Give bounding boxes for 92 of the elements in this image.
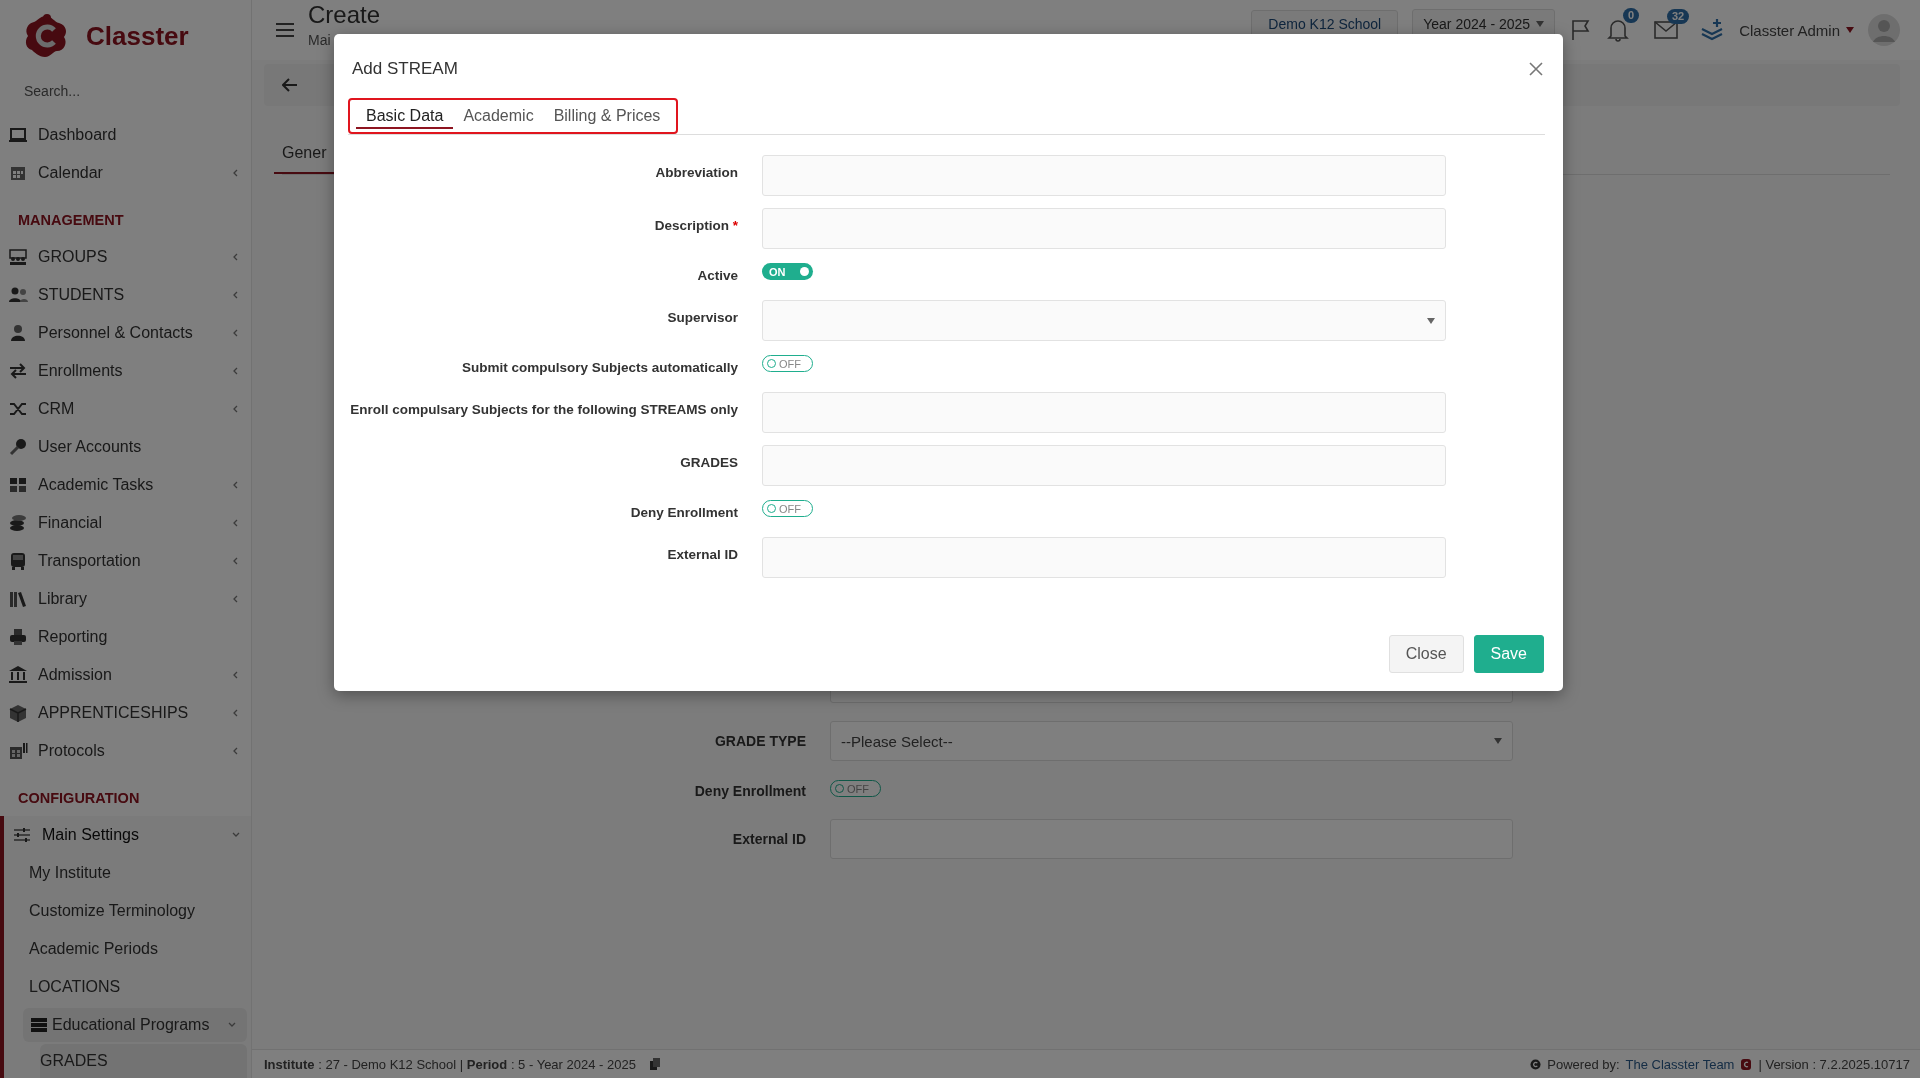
nav-item[interactable]: Academic Periods — [0, 930, 251, 968]
nav-item[interactable]: Financial — [0, 504, 251, 542]
logo-icon — [1740, 1057, 1753, 1071]
breadcrumb: Mai — [308, 33, 332, 47]
nav-item[interactable]: Academic Tasks — [0, 466, 251, 504]
field-label: Deny Enrollment — [693, 782, 806, 801]
field-label: Supervisor — [666, 309, 738, 327]
notification-badge: 0 — [1623, 8, 1640, 23]
toggle-switch[interactable]: ON — [762, 263, 813, 280]
nav-item[interactable]: Dashboard — [0, 116, 251, 154]
field-label: Deny Enrollment — [629, 504, 738, 522]
field-label: GRADES — [679, 454, 738, 472]
nav-item[interactable]: My Institute — [0, 854, 251, 892]
toggle-switch[interactable]: OFF — [762, 500, 813, 517]
nav-item[interactable]: Enrollments — [0, 352, 251, 390]
toggle-switch[interactable]: OFF — [762, 355, 813, 372]
page-title: Create — [308, 3, 381, 27]
team-link[interactable]: The Classter Team — [1625, 1056, 1735, 1072]
close-button[interactable]: Close — [1388, 635, 1464, 673]
user-name[interactable]: Classter Admin — [1739, 21, 1840, 39]
input-field[interactable] — [762, 155, 1446, 196]
books-icon — [8, 589, 28, 609]
select-field[interactable] — [762, 300, 1446, 341]
field-label: External ID — [666, 546, 738, 564]
save-button[interactable]: Save — [1473, 635, 1544, 673]
field-label: Abbreviation — [654, 164, 738, 182]
field-label: Submit compulsory Subjects automatically — [460, 359, 738, 377]
users-icon — [8, 285, 28, 305]
nav-item[interactable]: APPRENTICESHIPS — [0, 694, 251, 732]
calculator-icon — [8, 741, 28, 761]
printer-icon — [8, 627, 28, 647]
field-label: Active — [696, 267, 738, 285]
nav-item[interactable]: Admission — [0, 656, 251, 694]
key-icon — [8, 437, 28, 457]
footer-info: Institute : 27 - Demo K12 School | Period : 5 - Year 2024 - 2025 — [264, 1056, 636, 1072]
menu-icon[interactable] — [276, 23, 294, 37]
caret-icon — [1846, 27, 1854, 33]
nav-item[interactable]: Personnel & Contacts — [0, 314, 251, 352]
tab[interactable]: Academic — [453, 103, 544, 129]
input-field[interactable] — [762, 445, 1446, 486]
nav-item[interactable]: Calendar — [0, 154, 251, 192]
close-icon[interactable] — [1529, 62, 1543, 76]
tab[interactable]: Basic Data — [356, 103, 454, 129]
box-icon — [8, 703, 28, 723]
powered-by-text: Powered by: — [1547, 1056, 1620, 1072]
nav-item[interactable]: Transportation — [0, 542, 251, 580]
tab[interactable]: Billing & Prices — [543, 103, 671, 129]
coins-icon — [8, 513, 28, 533]
modal-title: Add STREAM — [352, 59, 458, 79]
input-field[interactable] — [762, 208, 1446, 249]
copy-icon[interactable] — [649, 1058, 660, 1070]
avatar[interactable] — [1868, 14, 1900, 46]
brand-name: Classter — [86, 20, 189, 52]
field-label: Description * — [653, 217, 738, 235]
sliders-icon — [12, 825, 32, 845]
caret-icon — [1494, 738, 1502, 744]
section-heading: CONFIGURATION — [17, 789, 141, 808]
back-arrow-icon[interactable] — [282, 78, 298, 92]
nav-item[interactable]: Library — [0, 580, 251, 618]
nav-item[interactable]: Protocols — [0, 732, 251, 770]
input-field[interactable] — [762, 392, 1446, 433]
bell-icon[interactable] — [1607, 18, 1630, 42]
laptop-icon — [8, 125, 28, 145]
toggle-switch[interactable]: OFF — [830, 780, 881, 797]
nav-item[interactable]: User Accounts — [0, 428, 251, 466]
nav-item[interactable]: CRM — [0, 390, 251, 428]
bank-icon — [8, 665, 28, 685]
message-badge: 32 — [1666, 9, 1690, 24]
field-label: External ID — [731, 830, 806, 849]
nav-item[interactable]: Reporting — [0, 618, 251, 656]
people-icon — [8, 247, 28, 267]
grid-icon — [8, 475, 28, 495]
copyright-icon — [1530, 1058, 1542, 1070]
input-field[interactable] — [762, 537, 1446, 578]
nav-item[interactable]: STUDENTS — [0, 276, 251, 314]
field-label: Enroll compulsary Subjects for the following STREAMS only — [349, 401, 738, 419]
version-text: | Version : 7.2.2025.10717 — [1758, 1056, 1910, 1072]
bus-icon — [8, 551, 28, 571]
person-icon — [8, 323, 28, 343]
server-icon — [29, 1015, 49, 1035]
section-heading: MANAGEMENT — [17, 211, 125, 230]
nav-item[interactable]: Educational Programs — [23, 1008, 247, 1042]
caret-icon — [1536, 21, 1545, 27]
nav-item[interactable]: LOCATIONS — [0, 968, 251, 1006]
select-field[interactable]: --Please Select-- — [830, 721, 1513, 761]
arrows-icon — [8, 361, 28, 381]
nav-item[interactable]: GRADES — [40, 1044, 247, 1078]
nav-item[interactable]: GROUPS — [0, 238, 251, 276]
mail-icon[interactable] — [1653, 19, 1680, 41]
caret-icon — [1427, 317, 1435, 324]
field-label: GRADE TYPE — [714, 732, 806, 751]
nav-item[interactable]: Customize Terminology — [0, 892, 251, 930]
